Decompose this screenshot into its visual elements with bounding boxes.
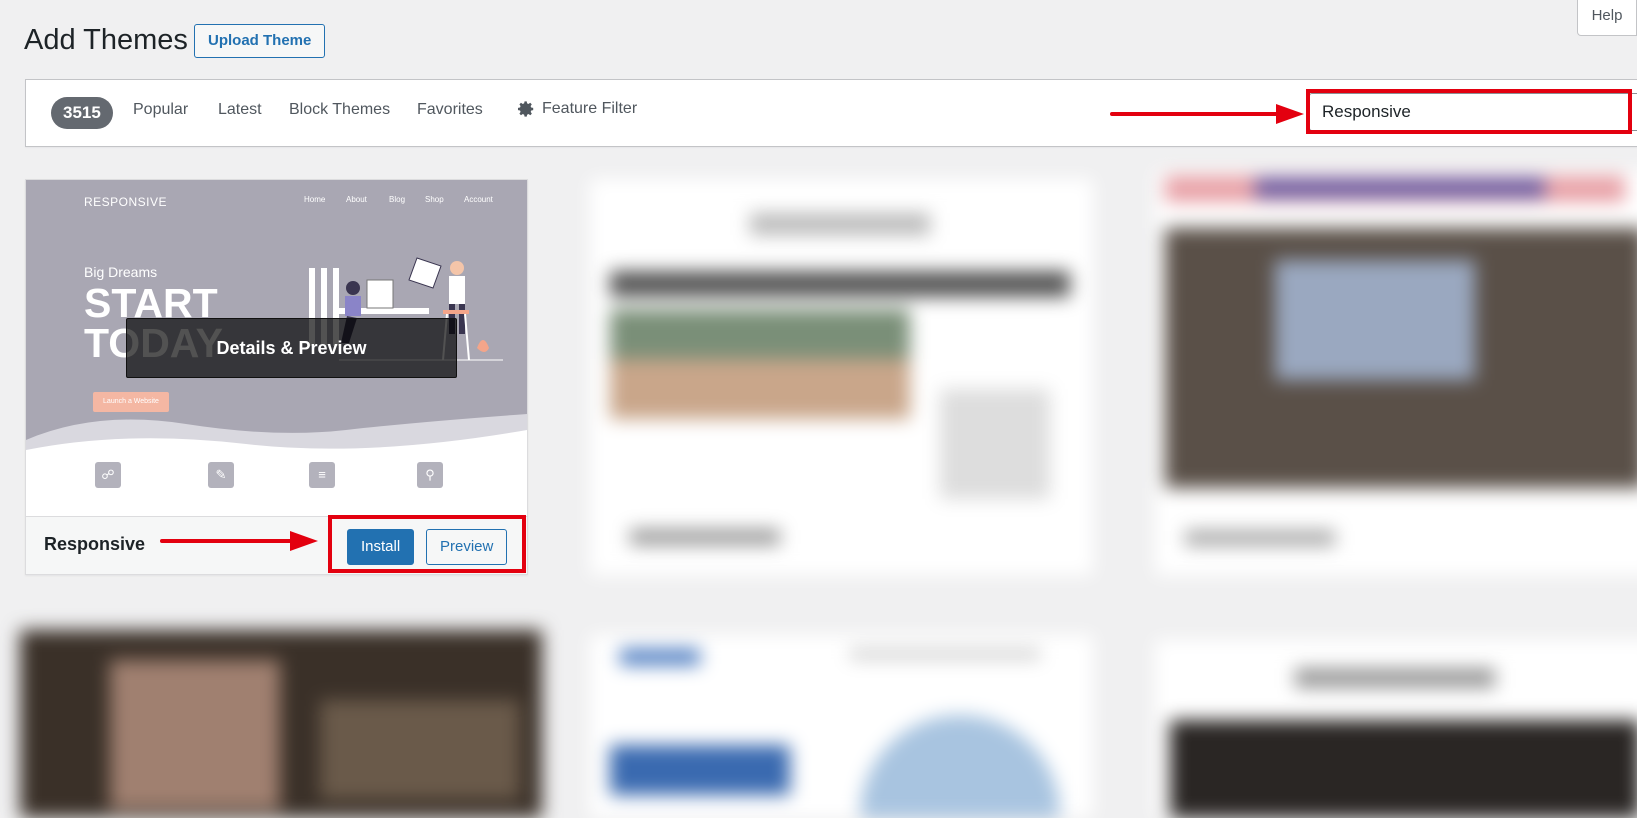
cart-icon: ☍: [95, 462, 121, 488]
screenshot-brand: RESPONSIVE: [84, 195, 168, 209]
theme-name: Responsive: [44, 534, 146, 554]
filter-latest-link[interactable]: Latest: [218, 101, 262, 119]
pencil-icon: ✎: [208, 462, 234, 488]
page-title: Add Themes: [24, 24, 188, 56]
theme-count-badge: 3515: [51, 97, 113, 129]
help-tab[interactable]: Help: [1577, 0, 1637, 36]
blurred-theme-card[interactable]: [590, 635, 1093, 818]
gear-icon: [517, 101, 534, 117]
theme-card-responsive[interactable]: RESPONSIVE Home About Blog Shop Account …: [25, 179, 528, 575]
screenshot-nav-item: About: [346, 195, 367, 204]
filter-popular-link[interactable]: Popular: [133, 101, 188, 119]
theme-filter-bar: 3515 Popular Latest Block Themes Favorit…: [25, 79, 1637, 147]
screenshot-nav-item: Blog: [389, 195, 406, 204]
location-pin-icon: ⚲: [417, 462, 443, 488]
blurred-theme-card[interactable]: [20, 630, 542, 818]
feature-filter-label: Feature Filter: [542, 100, 638, 117]
preview-button[interactable]: Preview: [426, 529, 508, 565]
elementor-icon: ≡: [309, 462, 335, 488]
screenshot-nav-item: Shop: [425, 195, 444, 204]
blurred-theme-card[interactable]: [590, 179, 1093, 575]
theme-card-footer: Responsive Install Preview: [26, 516, 527, 574]
screenshot-tagline: Big Dreams: [84, 264, 158, 280]
feature-filter-button[interactable]: Feature Filter: [517, 100, 637, 118]
screenshot-nav-item: Account: [464, 195, 493, 204]
screenshot-features: ☍ ✎ ≡ ⚲: [26, 450, 527, 516]
details-preview-overlay[interactable]: Details & Preview: [126, 318, 457, 378]
filter-block-themes-link[interactable]: Block Themes: [289, 101, 390, 119]
theme-search-input[interactable]: [1309, 93, 1637, 131]
theme-screenshot[interactable]: RESPONSIVE Home About Blog Shop Account …: [26, 180, 527, 516]
screenshot-nav-item: Home: [304, 195, 326, 204]
screenshot-headline-line-1: START: [84, 280, 218, 326]
filter-favorites-link[interactable]: Favorites: [417, 101, 483, 119]
install-button[interactable]: Install: [347, 529, 415, 565]
blurred-theme-card[interactable]: [1155, 640, 1637, 818]
upload-theme-button[interactable]: Upload Theme: [194, 24, 326, 58]
blurred-theme-card[interactable]: [1155, 170, 1637, 575]
screenshot-wave: [26, 414, 527, 456]
